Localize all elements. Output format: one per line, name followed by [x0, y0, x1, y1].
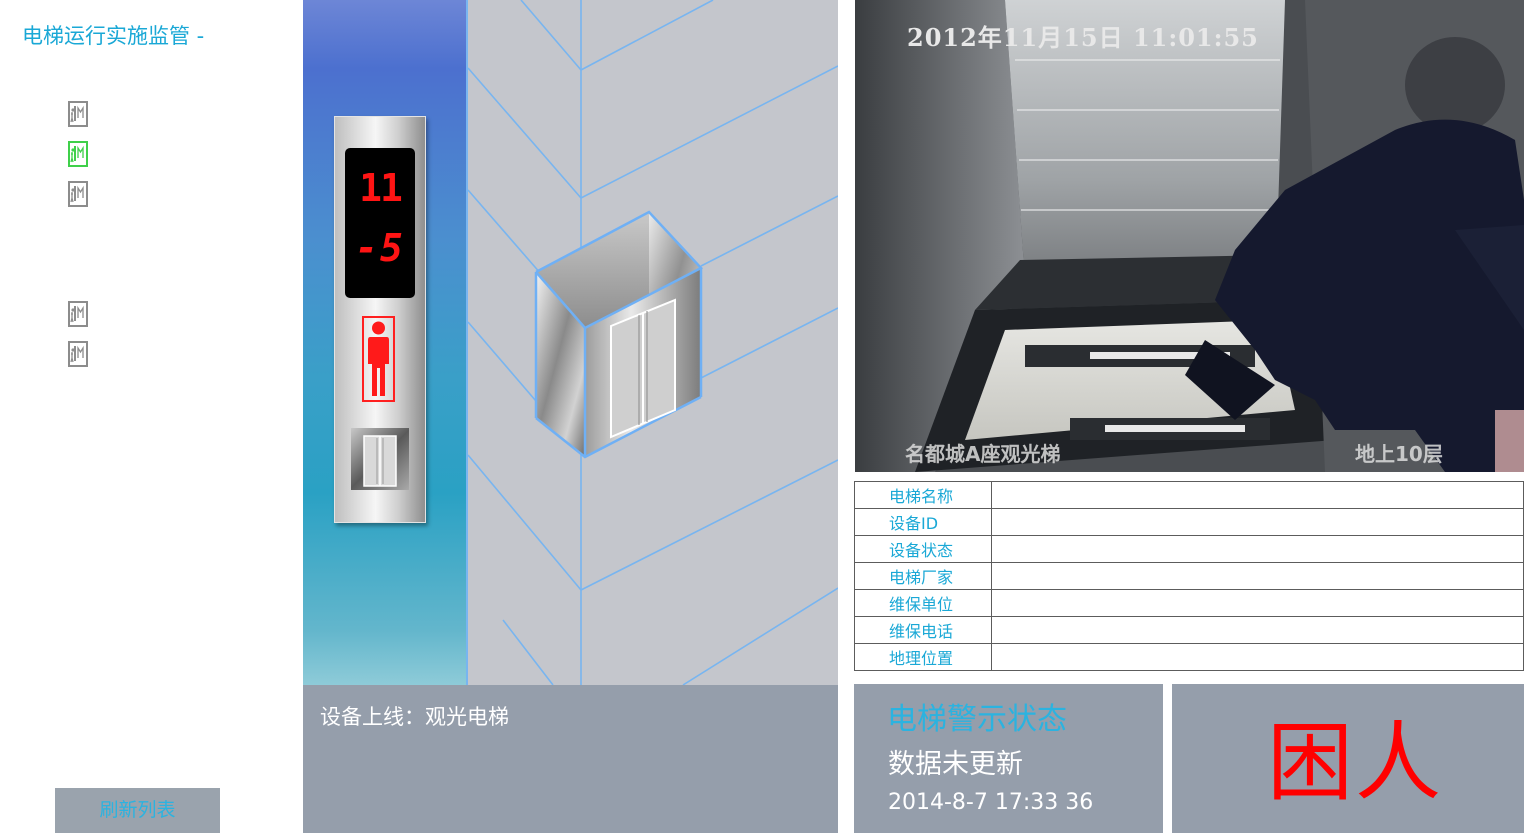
table-row: 电梯名称 — [854, 481, 1524, 509]
elevator-list-item-1[interactable] — [68, 101, 88, 127]
maintenance-phone-value — [991, 616, 1524, 644]
elevator-indicator-panel: 11 -5 — [334, 116, 426, 523]
maintenance-unit-value — [991, 589, 1524, 617]
passenger-indicator — [362, 316, 395, 402]
location-label: 地理位置 — [854, 643, 992, 671]
elevator-icon — [70, 105, 84, 123]
floor-display: 11 -5 — [345, 148, 415, 298]
floor-number: 11 — [359, 166, 403, 210]
camera-timestamp: 2012年11月15日 11:01:55 — [907, 23, 1259, 52]
table-row: 维保电话 — [854, 616, 1524, 644]
device-status-value — [991, 535, 1524, 563]
elevator-list-item-3[interactable] — [68, 181, 88, 207]
location-value — [991, 643, 1524, 671]
maintenance-phone-label: 维保电话 — [854, 616, 992, 644]
camera-location-label: 名都城A座观光梯 — [905, 442, 1061, 466]
camera-floor-label: 地上10层 — [1355, 442, 1443, 466]
warning-status-title: 电梯警示状态 — [887, 702, 1067, 737]
warning-status-panel: 电梯警示状态 数据未更新 2014-8-7 17:33 36 — [854, 684, 1163, 833]
manufacturer-value — [991, 562, 1524, 590]
device-online-text: 设备上线：观光电梯 — [320, 705, 509, 729]
elevator-name-label: 电梯名称 — [854, 481, 992, 509]
alarm-panel: 困人 — [1172, 684, 1524, 833]
maintenance-unit-label: 维保单位 — [854, 589, 992, 617]
elevator-list-item-4[interactable] — [68, 301, 88, 327]
elevator-list-item-5[interactable] — [68, 341, 88, 367]
refresh-list-button[interactable]: 刷新列表 — [55, 788, 220, 833]
device-status-bar: 设备上线：观光电梯 — [303, 685, 838, 833]
elevator-icon — [70, 345, 84, 363]
alarm-trapped-text: 困人 — [1267, 713, 1443, 813]
update-timestamp: 2014-8-7 17:33 36 — [888, 790, 1094, 815]
table-row: 设备状态 — [854, 535, 1524, 563]
data-status-text: 数据未更新 — [888, 749, 1023, 780]
camera-feed: 2012年11月15日 11:01:55 名都城A座观光梯 地上10层 — [855, 0, 1524, 472]
device-id-value — [991, 508, 1524, 536]
elevator-icon — [70, 305, 84, 323]
table-row: 电梯厂家 — [854, 562, 1524, 590]
person-icon — [368, 321, 389, 396]
elevator-icon — [70, 145, 84, 163]
elevator-list-item-2[interactable] — [68, 141, 88, 167]
elevator-name-value — [991, 481, 1524, 509]
elevator-icon — [70, 185, 84, 203]
app-title: 电梯运行实施监管 - — [22, 24, 205, 48]
device-status-label: 设备状态 — [854, 535, 992, 563]
table-row: 地理位置 — [854, 643, 1524, 671]
table-row: 维保单位 — [854, 589, 1524, 617]
floor-direction-code: -5 — [355, 226, 405, 270]
elevator-info-table: 电梯名称 设备ID 设备状态 电梯厂家 维保单位 维保电话 地理位置 — [854, 481, 1524, 671]
manufacturer-label: 电梯厂家 — [854, 562, 992, 590]
elevator-shaft-view: 11 -5 — [303, 0, 838, 685]
elevator-door-icon — [351, 428, 409, 490]
elevator-car — [534, 210, 704, 459]
device-id-label: 设备ID — [854, 508, 992, 536]
camera-image — [855, 0, 1524, 472]
table-row: 设备ID — [854, 508, 1524, 536]
